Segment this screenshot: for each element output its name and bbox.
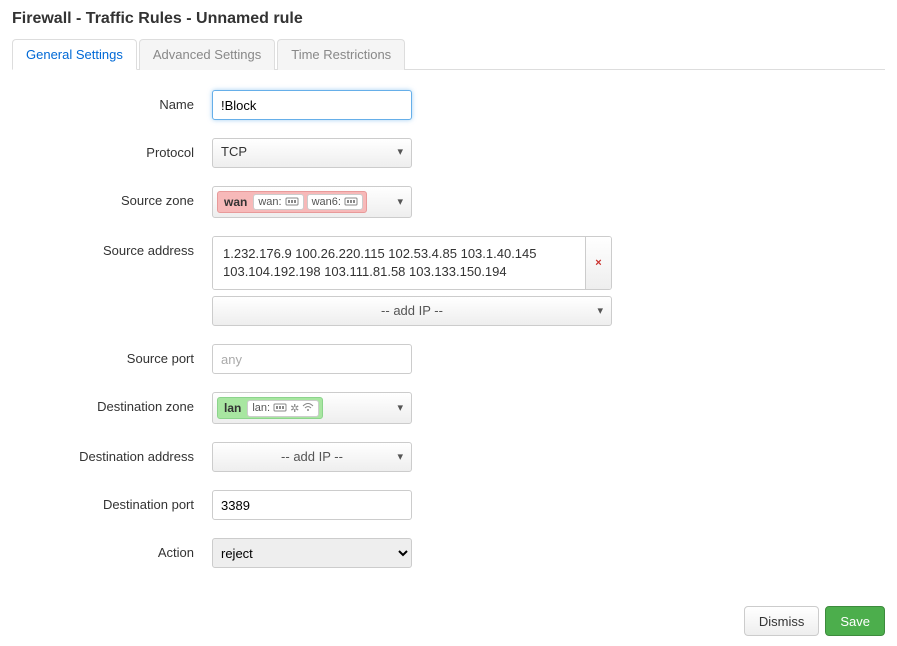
label-destination-zone: Destination zone [12, 392, 212, 414]
dialog-footer: Dismiss Save [12, 586, 885, 636]
ethernet-icon [285, 197, 299, 207]
wifi-icon [302, 402, 314, 415]
label-source-address: Source address [12, 236, 212, 258]
remove-ip-button[interactable]: × [585, 237, 611, 289]
ethernet-icon [344, 197, 358, 207]
zone-tag-wan: wan [221, 195, 250, 209]
label-action: Action [12, 538, 212, 560]
source-zone-select[interactable]: wan wan: wan6: [212, 186, 412, 218]
label-protocol: Protocol [12, 138, 212, 160]
action-select[interactable]: reject [212, 538, 412, 568]
zone-badge-lan: lan lan: ✲ [217, 397, 323, 419]
protocol-select[interactable]: TCP [212, 138, 412, 168]
source-address-list: 1.232.176.9 100.26.220.115 102.53.4.85 1… [212, 236, 612, 326]
tab-time-restrictions[interactable]: Time Restrictions [277, 39, 405, 70]
label-source-zone: Source zone [12, 186, 212, 208]
form: Name Protocol TCP Source zone wan wan: [12, 70, 885, 568]
tab-general-settings[interactable]: General Settings [12, 39, 137, 70]
label-destination-port: Destination port [12, 490, 212, 512]
source-port-input[interactable] [212, 344, 412, 374]
zone-badge-wan: wan wan: wan6: [217, 191, 367, 213]
bridge-icon: ✲ [290, 402, 299, 415]
label-source-port: Source port [12, 344, 212, 366]
source-address-value[interactable]: 1.232.176.9 100.26.220.115 102.53.4.85 1… [213, 237, 585, 289]
tab-bar: General Settings Advanced Settings Time … [12, 38, 885, 70]
name-input[interactable] [212, 90, 412, 120]
destination-zone-select[interactable]: lan lan: ✲ [212, 392, 412, 424]
iface-chip-wan6: wan6: [307, 194, 363, 210]
tab-advanced-settings[interactable]: Advanced Settings [139, 39, 275, 70]
page-title: Firewall - Traffic Rules - Unnamed rule [12, 10, 885, 28]
iface-chip-wan: wan: [253, 194, 303, 210]
source-address-item: 1.232.176.9 100.26.220.115 102.53.4.85 1… [212, 236, 612, 290]
label-name: Name [12, 90, 212, 112]
iface-chip-lan: lan: ✲ [247, 400, 319, 417]
destination-address-add-ip[interactable]: -- add IP -- [212, 442, 412, 472]
label-destination-address: Destination address [12, 442, 212, 464]
source-address-add-ip[interactable]: -- add IP -- [212, 296, 612, 326]
ethernet-icon [273, 403, 287, 413]
zone-tag-lan: lan [221, 401, 244, 415]
destination-port-input[interactable] [212, 490, 412, 520]
